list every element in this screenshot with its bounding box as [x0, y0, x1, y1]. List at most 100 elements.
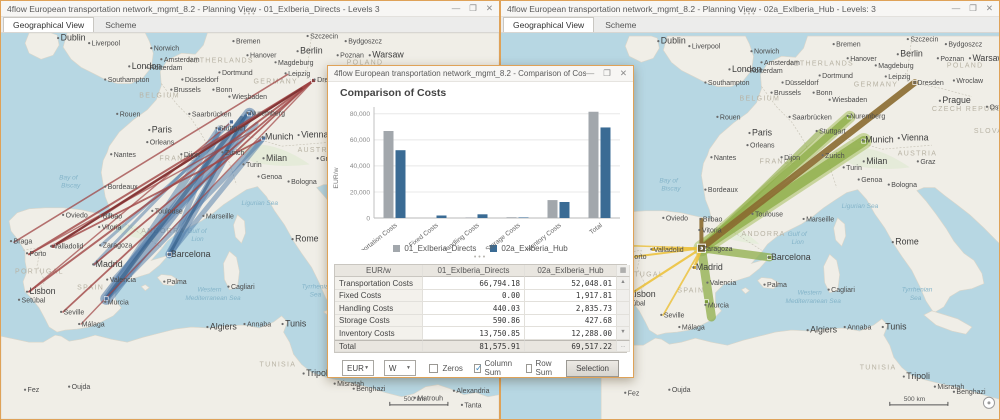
table-header[interactable]: EUR/w — [335, 265, 423, 278]
bar-hub[interactable] — [478, 214, 488, 218]
table-header[interactable]: 02a_ExIberia_Hub — [525, 265, 617, 278]
table-cell[interactable]: 1,917.81 — [525, 290, 617, 303]
svg-text:Southampton: Southampton — [108, 77, 150, 84]
bar-directs[interactable] — [384, 131, 394, 218]
close-icon[interactable]: ✕ — [986, 4, 993, 13]
selection-button[interactable]: Selection — [566, 360, 619, 377]
city-label: Dijon — [180, 152, 200, 159]
city-label: Orleans — [146, 140, 175, 147]
bar-hub[interactable] — [601, 127, 611, 218]
minimize-icon[interactable]: — — [952, 4, 961, 13]
scale-label: 500 km — [904, 396, 926, 403]
checkbox-box[interactable] — [429, 364, 438, 373]
table-cell[interactable]: 13,750.85 — [423, 327, 525, 340]
checkbox-box[interactable] — [474, 364, 481, 373]
city-label: Annaba — [243, 322, 271, 329]
scrollbar-track[interactable] — [617, 302, 630, 315]
table-cell[interactable]: 427.68 — [525, 315, 617, 328]
drag-handle-icon[interactable]: ••• — [743, 11, 756, 18]
bar-directs[interactable] — [589, 111, 599, 217]
window-titlebar[interactable]: 4flow European transportation network_mg… — [1, 1, 499, 17]
table-row-label[interactable]: Inventory Costs — [335, 327, 423, 340]
minimize-icon[interactable]: — — [586, 69, 595, 78]
table-cell[interactable]: 12,288.00 — [525, 327, 617, 340]
city-label: Tripoli — [903, 371, 930, 381]
sea-label: Bay of — [659, 178, 679, 185]
currency-select[interactable]: EUR▼ — [342, 360, 374, 376]
checkbox-label: Column Sum — [485, 359, 515, 377]
table-cell[interactable]: 590.86 — [423, 315, 525, 328]
city-label: Zaragoza — [99, 243, 132, 250]
svg-text:Dijon: Dijon — [184, 152, 200, 159]
checkbox-box[interactable] — [526, 364, 532, 373]
tab-scheme[interactable]: Scheme — [95, 17, 146, 32]
svg-text:Szczecin: Szczecin — [910, 37, 938, 44]
table-cell[interactable]: 440.03 — [423, 302, 525, 315]
map-zoom-control[interactable] — [983, 397, 994, 408]
drag-handle-icon[interactable]: ••• — [243, 11, 256, 18]
city-label: Milan — [262, 153, 287, 163]
bar-directs[interactable] — [507, 217, 517, 218]
checkbox-zeros[interactable]: Zeros — [429, 364, 462, 373]
dialog-heading: Comparison of Costs — [328, 82, 633, 100]
scroll-up-icon[interactable]: ▲ — [617, 277, 630, 290]
scroll-down-icon[interactable]: ▼ — [617, 327, 630, 340]
minimize-icon[interactable]: — — [452, 4, 461, 13]
currency-value: EUR — [347, 364, 364, 373]
chevron-down-icon: ▼ — [364, 365, 369, 371]
table-cell[interactable]: 52,048.01 — [525, 277, 617, 290]
sea-label: Sea — [310, 292, 322, 299]
city-label: Málaga — [678, 325, 705, 332]
bar-hub[interactable] — [519, 217, 529, 218]
city-label: Benghazi — [353, 386, 386, 393]
window-titlebar[interactable]: 4flow European transportation network_mg… — [501, 1, 999, 17]
tab-geographical-view[interactable]: Geographical View — [3, 17, 94, 32]
table-row-label[interactable]: Handling Costs — [335, 302, 423, 315]
svg-text:Warsaw: Warsaw — [372, 50, 404, 60]
city-label: Valencia — [106, 277, 136, 284]
close-icon[interactable]: ✕ — [620, 69, 627, 78]
city-label: Zurich — [822, 153, 845, 160]
scrollbar-track[interactable] — [617, 315, 630, 328]
city-label: Tripoli — [303, 368, 330, 378]
table-row-label[interactable]: Transportation Costs — [335, 277, 423, 290]
table-row-label[interactable]: Storage Costs — [335, 315, 423, 328]
svg-text:Bologna: Bologna — [891, 182, 917, 189]
table-cell[interactable]: 66,794.18 — [423, 277, 525, 290]
table-cell[interactable]: 2,835.73 — [525, 302, 617, 315]
bar-directs[interactable] — [466, 217, 476, 218]
maximize-icon[interactable]: ❐ — [969, 4, 977, 13]
maximize-icon[interactable]: ❐ — [469, 4, 477, 13]
bar-hub[interactable] — [437, 215, 447, 217]
tab-scheme[interactable]: Scheme — [595, 17, 646, 32]
city-label: Vitoria — [698, 228, 721, 235]
city-label: Bilbao — [699, 216, 722, 223]
unit-select[interactable]: W▼ — [384, 360, 416, 376]
bar-directs[interactable] — [548, 200, 558, 218]
bar-hub[interactable] — [396, 150, 406, 218]
table-header[interactable]: 01_ExIberia_Directs — [423, 265, 525, 278]
svg-text:Oujda: Oujda — [672, 387, 691, 394]
splitter-handle-icon[interactable]: ••• — [328, 255, 633, 263]
sea-label: Mediterranean Sea — [185, 295, 241, 302]
city-label: Genoa — [858, 177, 883, 184]
table-cell[interactable]: 0.00 — [423, 290, 525, 303]
maximize-icon[interactable]: ❐ — [603, 69, 611, 78]
checkbox-row-sum[interactable]: Row Sum — [526, 359, 555, 377]
scrollbar-track[interactable] — [617, 290, 630, 303]
close-icon[interactable]: ✕ — [486, 4, 493, 13]
svg-text:Vitoria: Vitoria — [102, 225, 122, 232]
table-row-label[interactable]: Fixed Costs — [335, 290, 423, 303]
svg-text:Norwich: Norwich — [154, 46, 179, 53]
city-label: Graz — [917, 159, 936, 166]
network-node[interactable] — [229, 120, 233, 124]
city-label: Murcia — [104, 299, 129, 306]
bar-hub[interactable] — [560, 202, 570, 218]
checkbox-column-sum[interactable]: Column Sum — [474, 359, 515, 377]
city-label: Zaragoza — [699, 246, 732, 253]
country-label: ANDORRA — [741, 231, 785, 238]
table-more-icon[interactable]: … — [617, 340, 630, 353]
tab-geographical-view[interactable]: Geographical View — [503, 17, 594, 32]
table-options-icon[interactable]: ▦ — [617, 265, 630, 278]
dialog-titlebar[interactable]: 4flow European transportation network_mg… — [328, 66, 633, 82]
